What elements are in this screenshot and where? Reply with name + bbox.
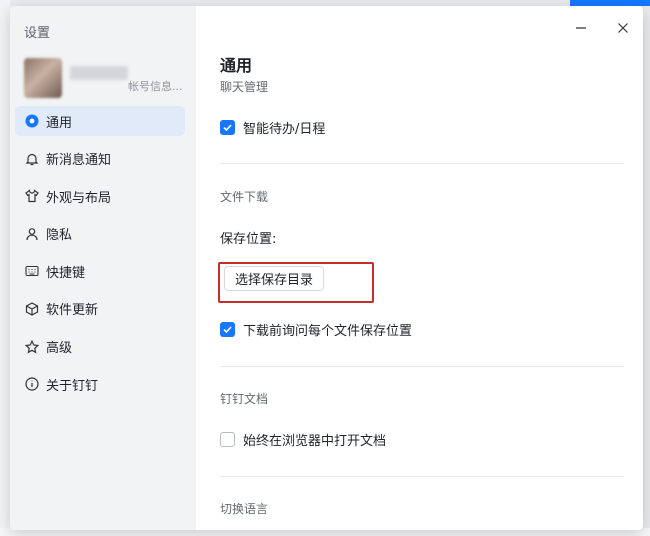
keyboard-icon [24, 263, 40, 279]
smart-todo-checkbox-row[interactable]: 智能待办/日程 [220, 118, 325, 137]
switch-language-group-label: 切换语言 [220, 502, 269, 516]
close-button[interactable] [615, 20, 631, 36]
settings-title: 设置 [24, 26, 51, 41]
nav-item-general[interactable]: 通用 [15, 106, 185, 136]
checkbox-unchecked[interactable] [220, 432, 235, 447]
nav-item-label: 通用 [46, 115, 73, 131]
nav-item-label: 高级 [46, 341, 73, 357]
divider [220, 163, 624, 164]
person-icon [24, 226, 40, 242]
star-icon [24, 339, 40, 355]
nav-item-shortcuts[interactable]: 快捷键 [15, 256, 185, 286]
open-in-browser-checkbox-row[interactable]: 始终在浏览器中打开文档 [220, 430, 386, 449]
nav-item-label: 外观与布局 [46, 190, 112, 206]
nav-item-label: 隐私 [46, 228, 73, 244]
settings-dialog: 设置 帐号信息... 通用 新消息通知 外观与布局 隐私 快捷键 软件更新 高级… [10, 6, 643, 530]
shirt-icon [24, 188, 40, 204]
smart-todo-label: 智能待办/日程 [243, 122, 326, 137]
cube-icon [24, 301, 40, 317]
file-download-group-label: 文件下载 [220, 190, 269, 204]
ask-save-location-label: 下载前询问每个文件保存位置 [243, 324, 413, 339]
nav-item-about[interactable]: 关于钉钉 [15, 369, 185, 399]
avatar [24, 58, 62, 98]
nav-item-privacy[interactable]: 隐私 [15, 219, 185, 249]
close-icon [618, 23, 628, 33]
window-controls [573, 20, 631, 36]
save-location-label: 保存位置: [220, 232, 277, 247]
check-icon [223, 326, 232, 334]
check-icon [223, 124, 232, 132]
nav-item-label: 软件更新 [46, 303, 99, 319]
nav-item-label: 关于钉钉 [46, 378, 99, 394]
divider [220, 476, 624, 477]
annotation-highlight-box [218, 262, 374, 303]
settings-sidebar: 设置 帐号信息... 通用 新消息通知 外观与布局 隐私 快捷键 软件更新 高级… [10, 6, 196, 530]
section-subtitle: 聊天管理 [220, 80, 269, 94]
profile-name-blurred [70, 66, 128, 80]
info-icon [24, 376, 40, 392]
open-in-browser-label: 始终在浏览器中打开文档 [243, 434, 387, 449]
checkbox-checked[interactable] [220, 322, 235, 337]
section-title: 通用 [220, 56, 253, 75]
minimize-button[interactable] [573, 20, 589, 36]
background-app-strip [0, 0, 10, 536]
nav-item-appearance[interactable]: 外观与布局 [15, 181, 185, 211]
profile-card[interactable]: 帐号信息... [24, 58, 194, 98]
nav-item-updates[interactable]: 软件更新 [15, 294, 185, 324]
nav-item-label: 快捷键 [46, 265, 86, 281]
checkbox-checked[interactable] [220, 120, 235, 135]
general-dot-icon [24, 113, 40, 129]
dingtalk-docs-group-label: 钉钉文档 [220, 392, 269, 406]
divider [220, 366, 624, 367]
bell-icon [24, 151, 40, 167]
settings-nav: 通用 新消息通知 外观与布局 隐私 快捷键 软件更新 高级 关于钉钉 [15, 106, 185, 407]
settings-content: 通用 聊天管理 智能待办/日程 文件下载 保存位置: 选择保存目录 下载前询问每… [196, 6, 643, 530]
minimize-icon [576, 27, 586, 29]
nav-item-advanced[interactable]: 高级 [15, 332, 185, 362]
nav-item-notifications[interactable]: 新消息通知 [15, 144, 185, 174]
ask-save-location-checkbox-row[interactable]: 下载前询问每个文件保存位置 [220, 320, 412, 339]
nav-item-label: 新消息通知 [46, 153, 112, 169]
account-info-link[interactable]: 帐号信息... [128, 78, 183, 94]
